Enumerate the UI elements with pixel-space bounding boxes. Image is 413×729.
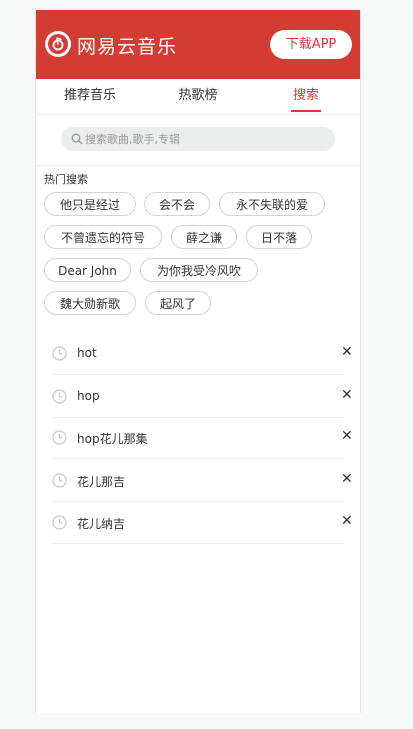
clock-icon — [52, 515, 67, 530]
search-area — [36, 115, 360, 166]
hot-tag[interactable]: 永不失联的爱 — [219, 192, 325, 216]
history-text: hop — [77, 389, 100, 403]
delete-history-icon[interactable]: ✕ — [341, 344, 353, 360]
hot-tag[interactable]: 薛之谦 — [171, 225, 237, 249]
tab-hot-songs[interactable]: 热歌榜 — [144, 79, 252, 114]
search-icon — [71, 133, 83, 145]
hot-tag[interactable]: Dear John — [44, 258, 131, 282]
hot-tag[interactable]: 不曾遗忘的符号 — [44, 225, 162, 249]
hot-search-title: 热门搜索 — [44, 173, 88, 186]
hot-tag[interactable]: 起风了 — [145, 291, 211, 315]
history-item[interactable]: 花儿纳吉 ✕ — [52, 501, 353, 544]
hot-tag[interactable]: 日不落 — [246, 225, 312, 249]
history-text: hot — [77, 346, 97, 360]
app-title: 网易云音乐 — [77, 36, 178, 58]
tab-label: 搜索 — [290, 88, 321, 112]
history-item[interactable]: hop ✕ — [52, 375, 353, 418]
hot-tag[interactable]: 为你我受冷风吹 — [140, 258, 258, 282]
clock-icon — [52, 473, 67, 488]
delete-history-icon[interactable]: ✕ — [341, 428, 353, 444]
tab-recommend[interactable]: 推荐音乐 — [36, 79, 144, 114]
history-item[interactable]: hot ✕ — [52, 332, 353, 375]
download-app-button[interactable]: 下载APP — [270, 30, 352, 59]
clock-icon — [52, 346, 67, 361]
tab-search[interactable]: 搜索 — [252, 79, 360, 114]
hot-tag[interactable]: 他只是经过 — [44, 192, 136, 216]
hot-tag[interactable]: 魏大勋新歌 — [44, 291, 136, 315]
hot-tag[interactable]: 会不会 — [144, 192, 210, 216]
history-text: 花儿那吉 — [77, 475, 126, 489]
delete-history-icon[interactable]: ✕ — [341, 513, 353, 529]
delete-history-icon[interactable]: ✕ — [341, 471, 353, 487]
tab-bar: 推荐音乐 热歌榜 搜索 — [36, 79, 360, 115]
history-text: 花儿纳吉 — [77, 517, 126, 531]
delete-history-icon[interactable]: ✕ — [341, 387, 353, 403]
tab-label: 热歌榜 — [178, 88, 218, 103]
app-frame: 网易云音乐 下载APP 推荐音乐 热歌榜 搜索 热门搜索 他只是经过 会不会 永… — [35, 10, 361, 713]
history-item[interactable]: hop花儿那集 ✕ — [52, 416, 353, 459]
tab-label: 推荐音乐 — [63, 88, 116, 103]
clock-icon — [52, 430, 67, 445]
search-box[interactable] — [61, 127, 335, 151]
netease-logo-icon — [45, 31, 71, 57]
top-bar: 网易云音乐 下载APP — [36, 10, 360, 79]
history-item[interactable]: 花儿那吉 ✕ — [52, 459, 353, 502]
search-input[interactable] — [85, 127, 325, 151]
history-text: hop花儿那集 — [77, 432, 148, 446]
clock-icon — [52, 389, 67, 404]
